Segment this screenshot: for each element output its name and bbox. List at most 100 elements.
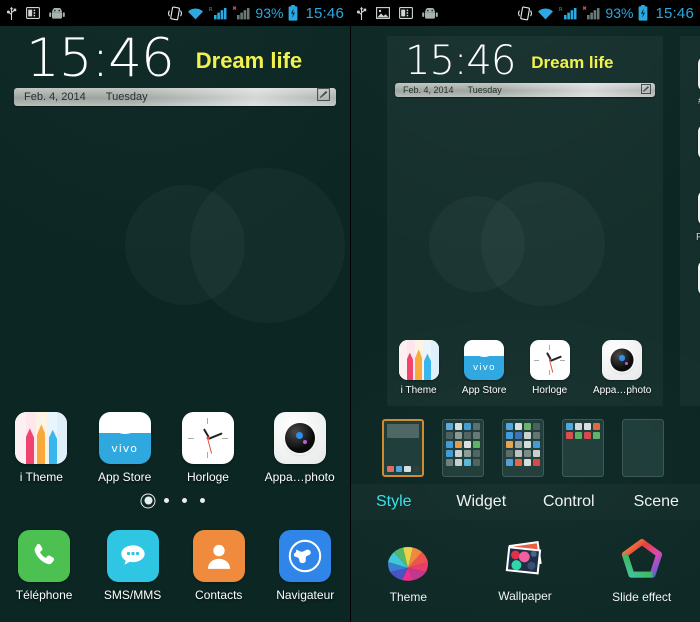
dock-app-label: Contacts	[195, 588, 243, 602]
tool-slide-effect[interactable]: Slide effect	[583, 520, 700, 622]
clock-widget-left[interactable]: 15:46 Dream life Feb. 4, 2014 Tuesday	[14, 28, 336, 107]
battery-charging-icon	[638, 5, 648, 21]
globe-glyph	[279, 530, 331, 582]
android-robot-icon	[49, 6, 65, 19]
clock-tick-3	[221, 437, 228, 439]
message-icon	[106, 530, 159, 582]
clock-tagline-preview: Dream life	[531, 53, 614, 72]
battery-percent-label: 93%	[605, 5, 634, 21]
clock-widget-main-row: 15:46 Dream life	[395, 38, 655, 84]
message-glyph	[107, 530, 159, 582]
dock-app-label: Téléphone	[15, 588, 73, 602]
clock-date-left: Feb. 4, 2014	[24, 91, 86, 104]
app-label: App Store	[97, 470, 152, 484]
app-appareil-photo[interactable]: Appa…photo	[265, 412, 335, 484]
home-app-row: i Theme vivo App Store Horloge Appa…phot…	[0, 412, 350, 484]
vivo-wordmark: vivo	[111, 442, 139, 456]
color-fan-icon	[386, 538, 430, 582]
status-bar-left-icons	[356, 6, 438, 21]
panel-divider	[350, 0, 351, 622]
battery-percent-label: 93%	[255, 5, 284, 21]
clock-time-left: 15:46	[26, 28, 175, 89]
clock-date-preview: Feb. 4, 2014	[403, 85, 454, 95]
pentagon-star-icon	[620, 538, 664, 582]
dock-app-label: SMS/MMS	[103, 588, 162, 602]
signal-roaming-icon: R	[209, 6, 227, 20]
phone-glyph	[18, 530, 70, 582]
clock-tick-9	[188, 437, 195, 439]
dock-app-sms-mms[interactable]: SMS/MMS	[104, 530, 161, 602]
page-indicator[interactable]	[0, 498, 350, 503]
app-i-theme[interactable]: i Theme	[15, 412, 68, 484]
wifi-icon	[187, 7, 204, 20]
status-bar-right: R 93% 15:46	[350, 0, 700, 26]
status-bar-clock: 15:46	[655, 4, 694, 22]
tool-label: Wallpaper	[498, 589, 552, 603]
edit-pencil-icon[interactable]	[641, 83, 652, 97]
page-dot-active[interactable]	[145, 498, 151, 503]
app-label: i Theme	[19, 470, 63, 484]
sim-card-icon	[399, 7, 413, 19]
pencil-blue	[48, 438, 57, 464]
signal-no-service-icon	[582, 6, 600, 20]
app-label: Appa…photo	[264, 470, 335, 484]
android-robot-icon	[422, 6, 438, 19]
clock-center-pin	[206, 436, 210, 440]
clock-icon	[181, 412, 234, 464]
photo-stack-icon	[502, 539, 548, 581]
clock-time-preview: 15:46	[405, 38, 516, 84]
browser-globe-icon	[279, 530, 332, 582]
wallpaper-circle-small	[125, 185, 245, 305]
sim-card-icon	[26, 7, 40, 19]
app-horloge[interactable]: Horloge	[181, 412, 234, 484]
dock-app-telephone[interactable]: Téléphone	[15, 530, 73, 602]
contacts-icon	[192, 530, 245, 582]
phone-icon	[18, 530, 71, 582]
image-screenshot-icon	[376, 7, 390, 19]
svg-text:R: R	[209, 7, 213, 13]
clock-widget-preview[interactable]: 15:46 Dream life Feb. 4, 2014 Tuesday	[395, 38, 655, 97]
signal-roaming-icon: R	[559, 6, 577, 20]
status-bar-right-icons: R 93% 15:46	[168, 5, 344, 22]
vivo-app-store-icon: vivo	[98, 412, 151, 464]
left-homescreen-panel: R 93% 15:46 15:46 Dream life Feb. 4, 201…	[0, 0, 350, 622]
status-bar-right-icons: R 93% 15:46	[518, 5, 694, 22]
wifi-icon	[537, 7, 554, 20]
next-screen-partial-label: FX	[696, 232, 700, 243]
svg-text:R: R	[559, 7, 563, 13]
clock-weekday-preview: Tuesday	[467, 85, 502, 95]
clock-widget-main-row: 15:46 Dream life	[14, 28, 336, 89]
tool-label: Slide effect	[612, 590, 672, 604]
usb-icon	[6, 6, 17, 21]
usb-icon	[356, 6, 367, 21]
dock-app-label: Navigateur	[276, 588, 335, 602]
editor-tools-row: Theme Wallpaper Slide effect	[350, 275, 700, 622]
tool-wallpaper[interactable]: Wallpaper	[467, 520, 584, 622]
dock-app-navigateur[interactable]: Navigateur	[276, 530, 334, 602]
tool-theme[interactable]: Theme	[350, 520, 467, 622]
pencil-pink	[25, 436, 35, 464]
status-bar-left-icons	[6, 6, 65, 21]
signal-no-service-icon	[232, 6, 250, 20]
app-app-store[interactable]: vivo App Store	[98, 412, 151, 484]
clock-tick-12	[207, 418, 209, 425]
i-theme-icon	[15, 412, 68, 464]
clock-hand-minute	[207, 432, 223, 440]
vibrate-icon	[168, 6, 183, 21]
screenshot-root: R 93% 15:46 15:46 Dream life Feb. 4, 201…	[0, 0, 700, 622]
clock-weekday-left: Tuesday	[105, 91, 148, 104]
clock-date-bar-preview[interactable]: Feb. 4, 2014 Tuesday	[395, 83, 655, 97]
clock-date-bar-left[interactable]: Feb. 4, 2014 Tuesday	[14, 88, 336, 107]
camera-glint-blue	[296, 431, 303, 439]
page-dot[interactable]	[181, 498, 187, 503]
wallpaper-circle-large	[190, 168, 345, 323]
camera-icon	[273, 412, 326, 464]
dock-row: Téléphone SMS/MMS Contacts Navigateur	[0, 530, 350, 602]
page-dot[interactable]	[163, 498, 169, 503]
store-bag-handle	[112, 418, 137, 434]
page-dot[interactable]	[199, 498, 205, 503]
clock-tagline-left: Dream life	[195, 48, 303, 74]
clock-tick-6	[207, 451, 209, 458]
dock-app-contacts[interactable]: Contacts	[192, 530, 245, 602]
edit-pencil-icon[interactable]	[317, 88, 330, 106]
